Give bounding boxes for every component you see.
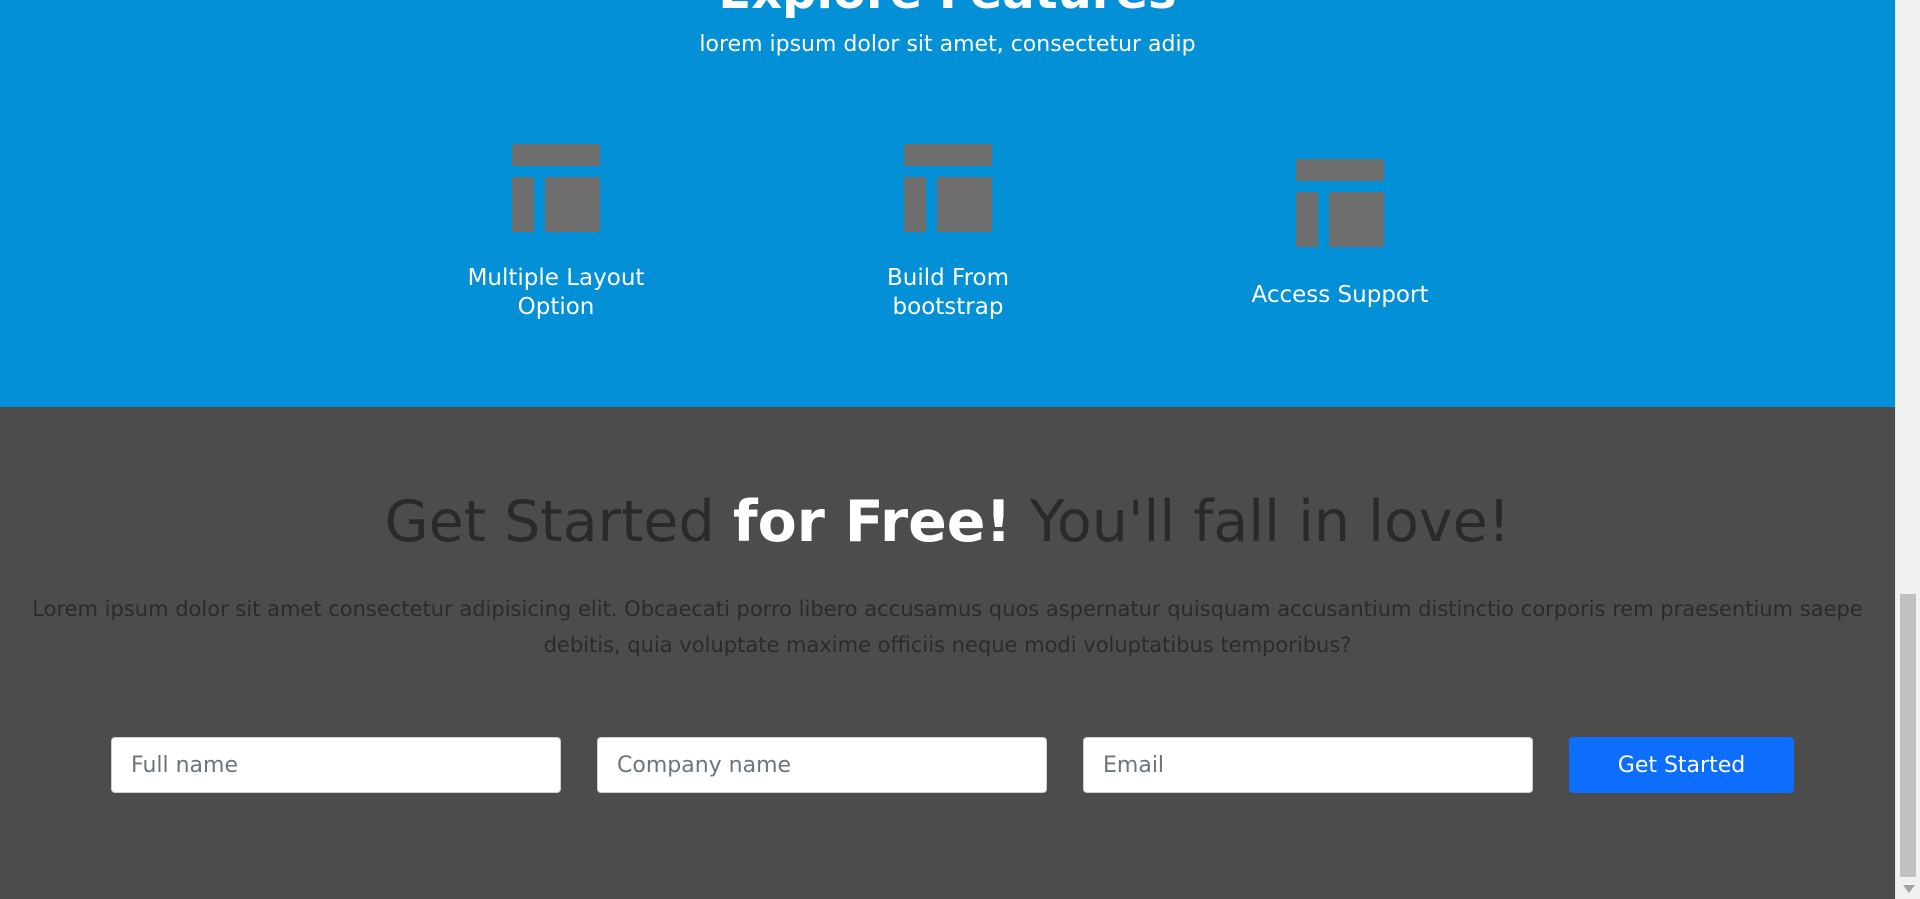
full-name-input[interactable] <box>111 737 561 793</box>
features-subtitle: lorem ipsum dolor sit amet, consectetur … <box>699 32 1196 57</box>
scrollbar-thumb[interactable] <box>1900 594 1916 877</box>
email-input[interactable] <box>1083 737 1533 793</box>
feature-label: Build From bootstrap <box>886 265 1010 320</box>
get-started-description: Lorem ipsum dolor sit amet consectetur a… <box>32 597 1863 657</box>
page: Explore Features lorem ipsum dolor sit a… <box>0 0 1920 899</box>
heading-part-1: Get Started <box>384 489 715 555</box>
get-started-section: Get Started for Free! You'll fall in lov… <box>0 407 1895 899</box>
signup-form: Get Started <box>0 737 1895 795</box>
feature-label: Multiple Layout Option <box>467 265 645 320</box>
get-started-heading: Get Started for Free! You'll fall in lov… <box>0 487 1895 557</box>
layout-icon <box>1296 159 1384 247</box>
layout-icon <box>904 144 992 232</box>
feature-label: Access Support <box>1251 282 1429 308</box>
get-started-button[interactable]: Get Started <box>1569 737 1794 793</box>
feature-multiple-layout: Multiple Layout Option <box>426 144 686 334</box>
layout-icon <box>512 144 600 232</box>
features-section: Explore Features lorem ipsum dolor sit a… <box>0 0 1895 407</box>
features-title: Explore Features <box>0 0 1895 18</box>
page-content: Explore Features lorem ipsum dolor sit a… <box>0 0 1895 899</box>
heading-highlight: for Free! <box>732 489 1012 555</box>
feature-access-support: Access Support <box>1210 144 1470 334</box>
vertical-scrollbar[interactable] <box>1895 0 1920 899</box>
feature-build-from-bootstrap: Build From bootstrap <box>818 144 1078 334</box>
heading-part-2: You'll fall in love! <box>1029 489 1511 555</box>
company-name-input[interactable] <box>597 737 1047 793</box>
scroll-down-arrow-icon[interactable] <box>1903 885 1915 893</box>
